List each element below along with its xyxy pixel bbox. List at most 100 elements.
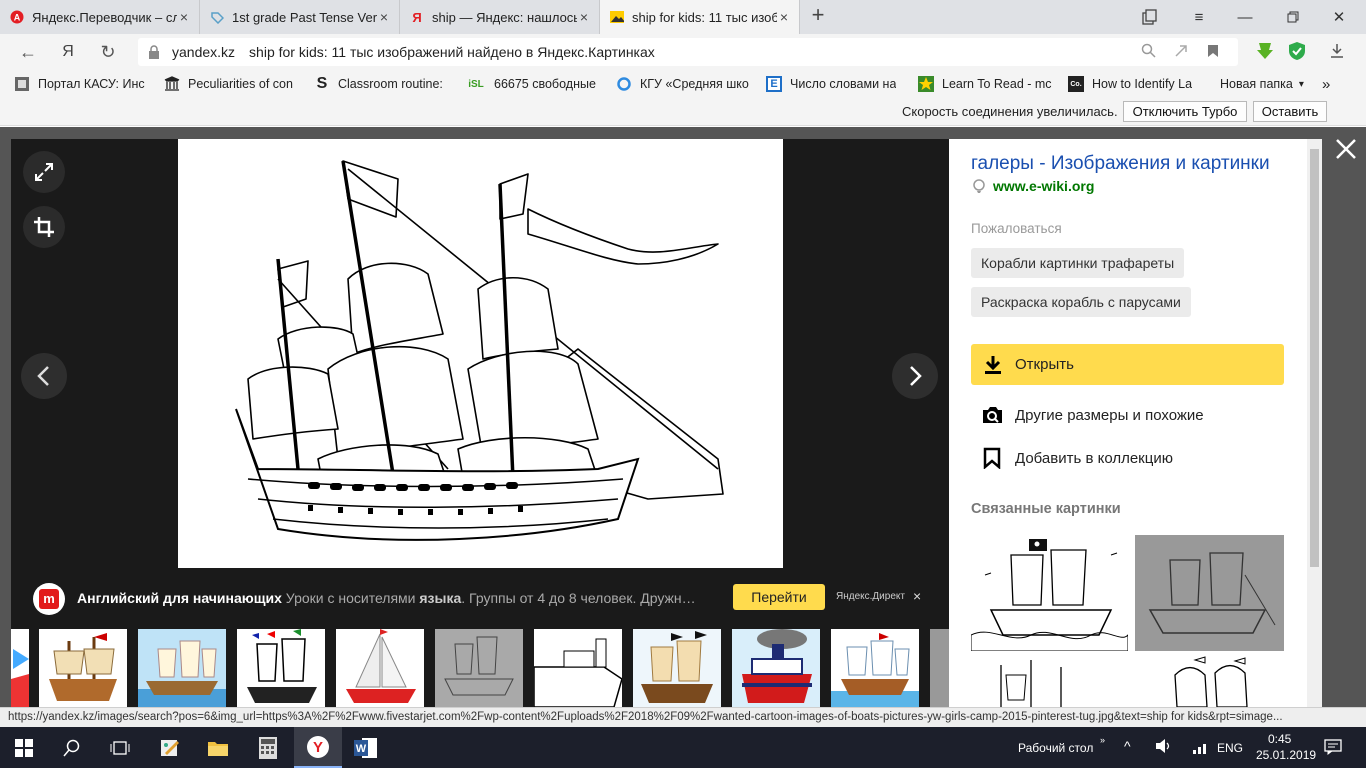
tab-past-tense[interactable]: 1st grade Past Tense Verbs P × (200, 0, 400, 34)
other-sizes-link[interactable]: Другие размеры и похожие (981, 403, 1204, 427)
protect-icon[interactable] (1170, 40, 1192, 62)
bookmark-icon[interactable] (1202, 40, 1224, 62)
related-image[interactable] (971, 655, 1128, 707)
bookmark-item[interactable]: КГУ «Средняя шко (616, 74, 751, 94)
desktop-toolbar-label[interactable]: Рабочий стол (1018, 741, 1093, 755)
related-image[interactable] (971, 535, 1128, 651)
ad-text[interactable]: Английский для начинающих Уроки с носите… (77, 590, 727, 606)
source-title-link[interactable]: галеры - Изображения и картинки (971, 153, 1270, 175)
related-tag[interactable]: Корабли картинки трафареты (971, 248, 1185, 278)
notifications-icon[interactable] (1324, 739, 1342, 758)
tab-close-icon[interactable]: × (777, 9, 791, 25)
tab-strip: A Яндекс.Переводчик – слов × 1st grade P… (0, 0, 1366, 34)
ring-icon (616, 76, 632, 92)
bookmark-folder[interactable]: Новая папка ▾ (1220, 74, 1315, 94)
search-icon[interactable] (48, 727, 96, 768)
paint-icon[interactable] (146, 727, 194, 768)
tab-close-icon[interactable]: × (177, 9, 191, 25)
bookmark-manager-icon[interactable] (1126, 0, 1172, 34)
open-image-button[interactable]: Открыть (971, 344, 1284, 385)
bookmark-item[interactable]: Peculiarities of con (164, 74, 299, 94)
keep-turbo-button[interactable]: Оставить (1253, 101, 1327, 122)
add-collection-label: Добавить в коллекцию (1015, 449, 1173, 467)
yandex-browser-icon[interactable]: Y (294, 727, 342, 768)
clock-date[interactable]: 25.01.2019 (1256, 748, 1316, 762)
crop-icon[interactable] (23, 206, 65, 248)
lock-icon (149, 45, 159, 59)
thumbnail[interactable] (237, 629, 325, 707)
add-to-collection-link[interactable]: Добавить в коллекцию (981, 446, 1173, 470)
word-icon[interactable]: W (342, 727, 390, 768)
url-field[interactable]: yandex.kz ship for kids: 11 тыс изображе… (138, 38, 1238, 66)
file-explorer-icon[interactable] (194, 727, 242, 768)
next-image-icon[interactable] (892, 353, 938, 399)
new-tab-icon[interactable]: + (806, 4, 830, 28)
task-view-icon[interactable] (96, 727, 144, 768)
ad-close-icon[interactable]: × (913, 588, 921, 604)
double-chevron-icon[interactable]: » (1100, 735, 1105, 745)
bookmark-item[interactable]: Learn To Read - mc (918, 74, 1053, 94)
ad-go-button[interactable]: Перейти (733, 584, 825, 610)
status-url: https://yandex.kz/images/search?pos=6&im… (8, 711, 1283, 723)
turbo-download-icon[interactable] (1254, 40, 1276, 62)
restore-icon[interactable] (1270, 0, 1316, 34)
start-windows-icon[interactable] (0, 727, 48, 768)
url-domain: yandex.kz (172, 44, 236, 60)
address-bar: ← Я ↻ yandex.kz ship for kids: 11 тыс из… (0, 34, 1366, 70)
yandex-home-icon[interactable]: Я (54, 40, 82, 64)
bookmark-item[interactable]: S Classroom routine: (314, 74, 449, 94)
source-domain-link[interactable]: www.e-wiki.org (971, 178, 1094, 194)
camera-search-icon (981, 404, 1003, 426)
menu-icon[interactable]: ≡ (1176, 0, 1222, 34)
thumbnail[interactable] (336, 629, 424, 707)
ad-source[interactable]: Яндекс.Директ (836, 591, 905, 602)
fullscreen-icon[interactable] (23, 151, 65, 193)
bookmark-item[interactable]: iSL 66675 свободные (466, 74, 601, 94)
volume-icon[interactable] (1155, 738, 1173, 757)
bookmark-item[interactable]: E Число словами на (766, 74, 901, 94)
bookmark-item[interactable]: Портал КАСУ: Инс (14, 74, 149, 94)
thumbnail[interactable] (435, 629, 523, 707)
related-tag[interactable]: Раскраска корабль с парусами (971, 287, 1191, 317)
close-viewer-icon[interactable] (1333, 136, 1359, 162)
report-link[interactable]: Пожаловаться (971, 221, 1062, 236)
tab-ship-search[interactable]: Я ship — Яндекс: нашлось 3 т × (400, 0, 600, 34)
calculator-icon[interactable] (244, 727, 292, 768)
turbo-notification: Скорость соединения увеличилась. Отключи… (0, 98, 1366, 126)
s-logo-icon: S (316, 75, 328, 92)
minimize-icon[interactable]: — (1222, 0, 1268, 34)
tab-translator[interactable]: A Яндекс.Переводчик – слов × (0, 0, 200, 34)
thumbnail[interactable] (534, 629, 622, 707)
related-image[interactable] (1135, 655, 1284, 707)
language-indicator[interactable]: ENG (1217, 741, 1243, 755)
thumbnail[interactable] (633, 629, 721, 707)
main-ship-image[interactable] (178, 139, 783, 568)
tab-close-icon[interactable]: × (377, 9, 391, 25)
tab-ship-images[interactable]: ship for kids: 11 тыс изобр × (600, 0, 800, 34)
clock-time[interactable]: 0:45 (1268, 732, 1291, 746)
thumbnail[interactable] (930, 629, 949, 707)
thumbnail[interactable] (831, 629, 919, 707)
more-bookmarks-icon[interactable]: » (1322, 74, 1338, 94)
source-domain: www.e-wiki.org (993, 178, 1095, 194)
ad-text-bold: языка (419, 590, 462, 606)
close-window-icon[interactable]: ✕ (1316, 0, 1362, 34)
disable-turbo-button[interactable]: Отключить Турбо (1123, 101, 1247, 122)
back-icon[interactable]: ← (14, 40, 42, 64)
image-search-icon[interactable] (1138, 40, 1160, 62)
thumbnail[interactable] (11, 629, 29, 707)
thumbnail[interactable] (732, 629, 820, 707)
downloads-icon[interactable] (1326, 40, 1348, 62)
panel-scrollbar[interactable] (1307, 139, 1322, 707)
bookmark-item[interactable]: Co. How to Identify La (1068, 74, 1203, 94)
thumbnail[interactable] (138, 629, 226, 707)
related-image[interactable] (1135, 535, 1284, 651)
scrollbar-thumb[interactable] (1310, 149, 1319, 567)
tray-expand-icon[interactable]: ^ (1124, 738, 1131, 754)
tab-close-icon[interactable]: × (577, 9, 591, 25)
reload-icon[interactable]: ↻ (94, 40, 122, 64)
network-icon[interactable] (1192, 739, 1208, 758)
adblock-shield-icon[interactable] (1286, 40, 1308, 62)
previous-image-icon[interactable] (21, 353, 67, 399)
thumbnail[interactable] (39, 629, 127, 707)
